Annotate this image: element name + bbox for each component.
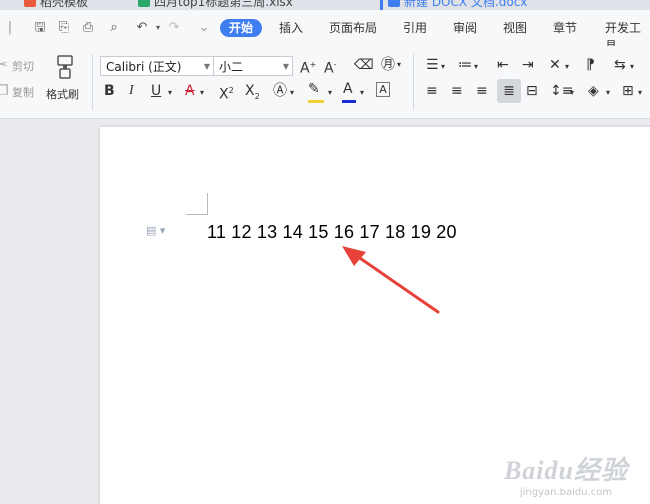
redo-icon[interactable]: ↷ bbox=[166, 20, 182, 36]
active-tab-indicator bbox=[380, 0, 383, 10]
underline-icon[interactable]: U bbox=[151, 82, 161, 100]
increase-font-size-icon[interactable]: A+ bbox=[300, 56, 316, 78]
chevron-down-icon[interactable]: ▾ bbox=[360, 84, 364, 102]
print-preview-icon[interactable]: ⌕ bbox=[106, 20, 122, 36]
italic-icon[interactable]: I bbox=[129, 82, 134, 100]
font-size-value: 小二 bbox=[219, 60, 244, 74]
page-margin-corner-mark bbox=[186, 193, 208, 215]
export-pdf-icon[interactable]: ⎘ bbox=[56, 20, 72, 36]
group-divider bbox=[413, 54, 414, 110]
font-name-select[interactable]: Calibri (正文) ▼ bbox=[100, 56, 214, 76]
ribbon-home: ✂ 剪切 ❐ 复制 格式刷 Calibri (正文) ▼ 小二 ▼ A+ A- … bbox=[0, 46, 650, 119]
character-border-icon[interactable]: A bbox=[376, 82, 390, 97]
borders-icon[interactable]: ⊞ bbox=[622, 82, 634, 100]
chevron-down-icon[interactable]: ▾ bbox=[474, 58, 478, 76]
increase-indent-icon[interactable]: ⇥ bbox=[522, 56, 534, 74]
align-right-icon[interactable]: ≡ bbox=[476, 82, 488, 100]
distributed-align-icon[interactable]: ⊟ bbox=[526, 82, 538, 100]
copy-icon[interactable]: ❐ bbox=[0, 82, 9, 100]
copy-button[interactable]: 复制 bbox=[12, 84, 34, 100]
menu-separator-icon: | bbox=[7, 20, 13, 35]
wps-template-icon bbox=[24, 0, 36, 7]
chevron-down-icon[interactable]: ▾ bbox=[168, 84, 172, 102]
tab-home[interactable]: 开始 bbox=[220, 19, 263, 37]
tab-chapter[interactable]: 章节 bbox=[553, 19, 577, 37]
tab-doc-xlsx[interactable]: 四月top1标题第三周.xlsx bbox=[138, 0, 293, 10]
sort-icon[interactable]: ⇆ bbox=[614, 56, 626, 74]
spreadsheet-icon bbox=[138, 0, 150, 7]
font-size-select[interactable]: 小二 ▼ bbox=[213, 56, 293, 76]
subscript-icon[interactable]: X2 bbox=[245, 82, 260, 106]
tab-label: 四月top1标题第三周.xlsx bbox=[154, 0, 293, 9]
save-icon[interactable]: 🖫 bbox=[32, 20, 48, 36]
tab-references[interactable]: 引用 bbox=[403, 19, 427, 37]
highlight-icon[interactable]: ✎ bbox=[308, 80, 320, 98]
font-color-icon[interactable]: A bbox=[343, 80, 353, 98]
chevron-down-icon: ▼ bbox=[282, 62, 289, 71]
document-tab-strip: 稻壳模板 四月top1标题第三周.xlsx 新建 DOCX 文档.docx bbox=[0, 0, 650, 10]
tab-insert[interactable]: 插入 bbox=[279, 19, 303, 37]
align-left-icon[interactable]: ≡ bbox=[426, 82, 438, 100]
align-center-icon[interactable]: ≡ bbox=[451, 82, 463, 100]
format-painter-icon[interactable] bbox=[54, 54, 76, 80]
tab-page-layout[interactable]: 页面布局 bbox=[329, 19, 377, 37]
cut-button[interactable]: 剪切 bbox=[12, 58, 34, 74]
chevron-down-icon[interactable]: ▾ bbox=[606, 84, 610, 102]
tab-label: 稻壳模板 bbox=[40, 0, 89, 9]
print-icon[interactable]: ⎙ bbox=[80, 20, 96, 36]
annotation-arrow bbox=[342, 246, 440, 314]
tab-doc-docx[interactable]: 新建 DOCX 文档.docx bbox=[388, 0, 527, 10]
format-painter-button[interactable]: 格式刷 bbox=[46, 86, 79, 102]
chevron-down-icon[interactable]: ▾ bbox=[200, 84, 204, 102]
watermark-logo: Baidu经验 bbox=[503, 456, 628, 485]
chevron-down-icon[interactable]: ▾ bbox=[328, 84, 332, 102]
document-icon bbox=[388, 0, 400, 7]
customize-quickaccess-icon[interactable]: ⌄ bbox=[196, 20, 212, 36]
font-color-bar bbox=[342, 100, 356, 103]
numbered-list-icon[interactable]: ≔ bbox=[458, 56, 472, 74]
chevron-down-icon[interactable]: ▾ bbox=[441, 58, 445, 76]
tab-review[interactable]: 审阅 bbox=[453, 19, 477, 37]
watermark: Baidu经验 jingyan.baidu.com bbox=[504, 450, 628, 498]
menu-bar: | 🖫 ⎘ ⎙ ⌕ ↶ ▾ ↷ ⌄ 开始 插入 页面布局 引用 审阅 视图 章节… bbox=[0, 10, 650, 53]
superscript-icon[interactable]: X2 bbox=[219, 82, 234, 104]
chevron-down-icon[interactable]: ▾ bbox=[570, 84, 574, 102]
phonetic-guide-icon[interactable]: ㊊ bbox=[381, 56, 395, 74]
tab-developer[interactable]: 开发工具 bbox=[605, 19, 650, 53]
decrease-indent-icon[interactable]: ⇤ bbox=[497, 56, 509, 74]
clear-formatting-icon[interactable]: ⌫ bbox=[354, 56, 374, 74]
cut-icon[interactable]: ✂ bbox=[0, 56, 8, 74]
chinese-layout-icon[interactable]: ✕ bbox=[549, 56, 561, 74]
strikethrough-icon[interactable]: A bbox=[185, 82, 195, 100]
chevron-down-icon[interactable]: ▾ bbox=[638, 84, 642, 102]
show-hide-marks-icon[interactable]: ⁋ bbox=[586, 56, 595, 74]
watermark-url: jingyan.baidu.com bbox=[519, 487, 613, 498]
chevron-down-icon[interactable]: ▾ bbox=[630, 58, 634, 76]
chevron-down-icon: ▼ bbox=[203, 62, 210, 71]
undo-icon[interactable]: ↶ bbox=[134, 20, 150, 36]
chevron-down-icon[interactable]: ▾ bbox=[565, 58, 569, 76]
shading-icon[interactable]: ◈ bbox=[588, 82, 599, 100]
bold-icon[interactable]: B bbox=[104, 82, 115, 100]
chevron-down-icon[interactable]: ▾ bbox=[397, 56, 401, 74]
font-name-value: Calibri (正文) bbox=[106, 60, 182, 74]
justify-icon[interactable]: ≣ bbox=[497, 79, 521, 103]
highlight-color-bar bbox=[308, 100, 324, 103]
group-divider bbox=[92, 54, 93, 110]
undo-dropdown-icon[interactable]: ▾ bbox=[150, 20, 166, 36]
bullet-list-icon[interactable]: ☰ bbox=[426, 56, 439, 74]
tab-view[interactable]: 视图 bbox=[503, 19, 527, 37]
text-effects-icon[interactable]: Ⓐ bbox=[273, 82, 287, 100]
chevron-down-icon[interactable]: ▾ bbox=[290, 84, 294, 102]
tab-doc-template[interactable]: 稻壳模板 bbox=[24, 0, 88, 10]
tab-label: 新建 DOCX 文档.docx bbox=[404, 0, 528, 9]
paragraph-layout-icon[interactable]: ▤ ▾ bbox=[146, 224, 165, 237]
decrease-font-size-icon[interactable]: A- bbox=[324, 56, 336, 78]
